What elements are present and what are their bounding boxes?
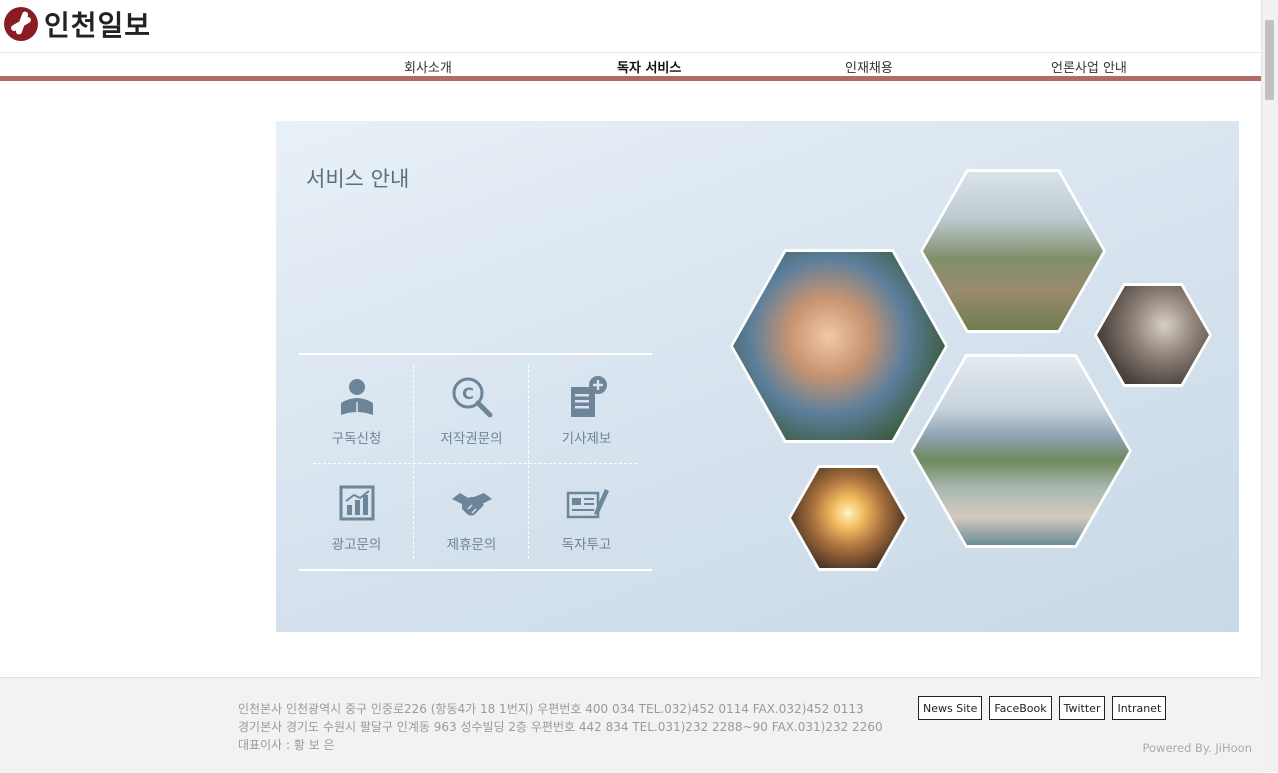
bar-chart-icon [339, 485, 374, 521]
service-copyright[interactable]: C 저작권문의 [414, 375, 529, 447]
service-partnership[interactable]: 제휴문의 [414, 481, 529, 553]
link-intranet[interactable]: Intranet [1112, 696, 1167, 720]
main-nav: 회사소개 독자 서비스 인재채용 언론사업 안내 [0, 52, 1262, 76]
service-label: 제휴문의 [446, 537, 497, 553]
nav-item-reader-service[interactable]: 독자 서비스 [617, 57, 681, 76]
newspaper-pen-icon [566, 489, 609, 519]
service-label: 저작권문의 [440, 431, 503, 447]
logo-mark-icon [4, 7, 38, 41]
svg-text:C: C [462, 384, 474, 403]
page-scrollbar[interactable] [1261, 0, 1278, 772]
service-advertising[interactable]: 광고문의 [299, 481, 414, 553]
service-label: 기사제보 [561, 431, 612, 447]
service-label: 독자투고 [561, 537, 612, 553]
service-label: 구독신청 [331, 431, 382, 447]
company-address: 인천본사 인천광역시 중구 인중로226 (항동4가 18 1번지) 우편번호 … [238, 700, 883, 754]
footer-links: News Site FaceBook Twitter Intranet [918, 696, 1167, 720]
service-reader-contribution[interactable]: 독자투고 [529, 481, 644, 553]
grid-divider [313, 463, 637, 464]
copyright-search-icon: C [452, 377, 492, 418]
link-news-site[interactable]: News Site [918, 696, 983, 720]
service-panel: 서비스 안내 구독신청 C 저작권문의 기사제보 광고문의 제휴문의 독자투고 [276, 121, 1239, 632]
service-grid: 구독신청 C 저작권문의 기사제보 광고문의 제휴문의 독자투고 [299, 353, 652, 571]
powered-by: Powered By. JiHoon [1142, 741, 1252, 755]
logo-text: 인천일보 [44, 9, 152, 42]
service-label: 광고문의 [331, 537, 382, 553]
site-header: 인천일보 [0, 0, 1262, 53]
nav-accent-bar [0, 76, 1262, 81]
handshake-icon [451, 493, 492, 516]
panel-title: 서비스 안내 [306, 167, 410, 191]
link-twitter[interactable]: Twitter [1058, 696, 1106, 720]
service-news-tip[interactable]: 기사제보 [529, 375, 644, 447]
nav-item-company[interactable]: 회사소개 [404, 57, 452, 76]
document-add-icon [570, 376, 607, 417]
address-line: 경기본사 경기도 수원시 팔달구 인계동 963 성수빌딩 2층 우편번호 44… [238, 720, 883, 734]
ceo-line: 대표이사 : 황 보 은 [238, 738, 335, 752]
reader-icon [340, 379, 373, 415]
address-line: 인천본사 인천광역시 중구 인중로226 (항동4가 18 1번지) 우편번호 … [238, 702, 864, 716]
nav-item-business[interactable]: 언론사업 안내 [1051, 57, 1127, 76]
site-footer: 인천본사 인천광역시 중구 인중로226 (항동4가 18 1번지) 우편번호 … [0, 677, 1262, 773]
site-logo[interactable]: 인천일보 [4, 6, 151, 42]
service-subscribe[interactable]: 구독신청 [299, 375, 414, 447]
link-facebook[interactable]: FaceBook [989, 696, 1052, 720]
scrollbar-thumb[interactable] [1265, 20, 1274, 100]
nav-item-recruit[interactable]: 인재채용 [845, 57, 893, 76]
